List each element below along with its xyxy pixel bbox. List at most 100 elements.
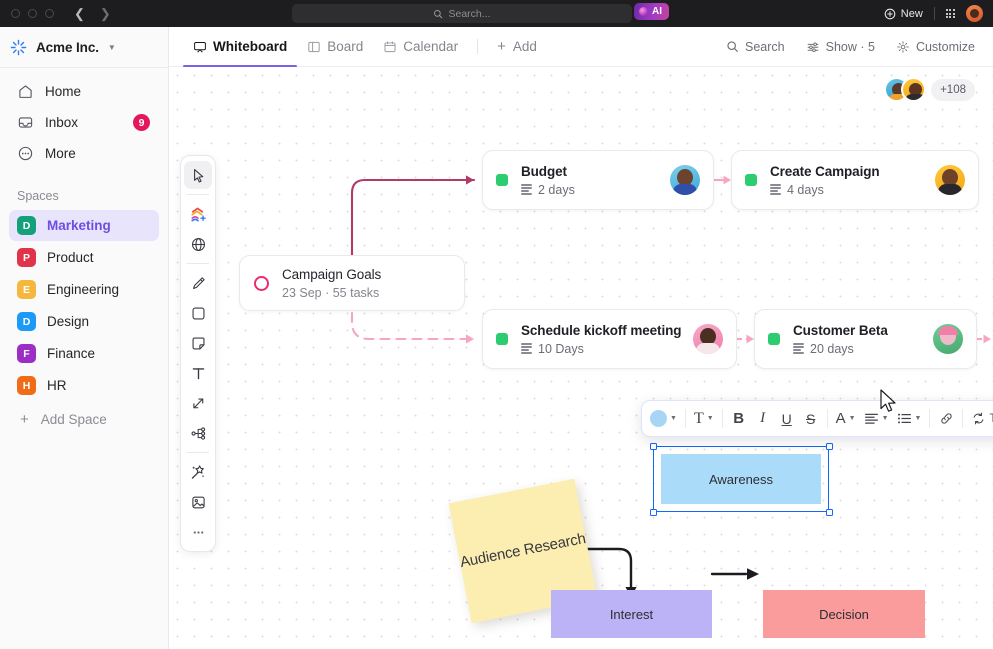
close-window-button[interactable]	[11, 9, 20, 18]
toolbar-divider	[684, 409, 686, 428]
task-card-budget[interactable]: Budget 2 days	[482, 150, 714, 210]
resize-handle-bottom-right[interactable]	[826, 509, 833, 516]
back-icon[interactable]: ❮	[74, 7, 85, 20]
sidebar-item-marketing[interactable]: D Marketing	[9, 210, 159, 241]
sidebar-item-design[interactable]: D Design	[9, 306, 159, 337]
rectangle-icon	[192, 307, 204, 319]
align-button[interactable]: ▼	[860, 404, 893, 433]
more-tools[interactable]	[184, 518, 212, 546]
user-avatar[interactable]	[966, 5, 983, 22]
global-search-input[interactable]: Search...	[292, 4, 632, 23]
tab-board[interactable]: Board	[297, 27, 373, 67]
ai-button[interactable]: AI	[634, 3, 669, 20]
strikethrough-label: S	[805, 410, 816, 427]
apps-grid-icon[interactable]	[945, 8, 955, 19]
space-avatar-hr: H	[17, 376, 36, 395]
convert-task-icon	[974, 412, 984, 425]
sidebar-item-engineering[interactable]: E Engineering	[9, 274, 159, 305]
text-tool[interactable]	[184, 359, 212, 387]
more-circle-icon	[18, 146, 33, 161]
maximize-window-button[interactable]	[45, 9, 54, 18]
sidebar-item-home[interactable]: Home	[9, 76, 159, 107]
color-swatch-button[interactable]: ▼	[646, 404, 681, 433]
font-style-button[interactable]: T ▼	[690, 404, 718, 433]
status-indicator	[496, 174, 508, 186]
chevron-down-icon: ▼	[848, 415, 856, 422]
tab-board-label: Board	[327, 39, 364, 54]
avatar[interactable]	[670, 165, 700, 195]
new-button-label: New	[900, 7, 923, 20]
collaborator-overflow-count[interactable]: +108	[931, 78, 975, 101]
duration-icon	[521, 184, 532, 195]
add-space-button[interactable]: + Add Space	[9, 404, 159, 434]
task-card-create-campaign[interactable]: Create Campaign 4 days	[731, 150, 979, 210]
ai-magic-tool[interactable]	[184, 458, 212, 486]
task-card-customer-beta[interactable]: Customer Beta 20 days	[754, 309, 977, 369]
search-icon	[727, 41, 738, 52]
arrowhead-beta-out	[983, 334, 991, 344]
global-search-placeholder: Search...	[448, 7, 491, 20]
bold-button[interactable]: B	[727, 404, 751, 433]
globe-tool[interactable]	[184, 230, 212, 258]
image-tool[interactable]	[184, 488, 212, 516]
add-view-button[interactable]: + Add	[487, 27, 547, 67]
shapes-add-icon	[190, 207, 206, 221]
task-card-meta: 2 days	[521, 183, 670, 197]
italic-button[interactable]: I	[751, 404, 775, 433]
window-traffic-lights[interactable]	[11, 9, 54, 18]
task-card-schedule-kickoff[interactable]: Schedule kickoff meeting 10 Days	[482, 309, 737, 369]
avatar[interactable]	[901, 77, 927, 102]
chevron-down-icon[interactable]: ▼	[108, 43, 116, 52]
avatar[interactable]	[693, 324, 723, 354]
browser-title-bar: ❮ ❯ Search... AI New	[0, 0, 993, 27]
task-card-duration: 2 days	[538, 182, 575, 197]
sidebar-item-more[interactable]: More	[9, 138, 159, 169]
whiteboard-canvas[interactable]: +108 Campaign Goals 23 Sep · 55 tasks Bu…	[169, 67, 993, 649]
collaborator-stack[interactable]: +108	[884, 77, 975, 102]
sidebar-item-inbox[interactable]: Inbox 9	[9, 107, 159, 138]
browser-navigation[interactable]: ❮ ❯	[74, 7, 111, 20]
underline-button[interactable]: U	[775, 404, 799, 433]
resize-handle-bottom-left[interactable]	[650, 509, 657, 516]
tab-whiteboard[interactable]: Whiteboard	[183, 27, 298, 68]
tab-whiteboard-label: Whiteboard	[213, 39, 288, 54]
view-search-button[interactable]: Search	[718, 35, 793, 59]
sidebar: Acme Inc. ▼ Home Inbox 9 More Spaces D M…	[0, 27, 169, 649]
shapes-add-tool[interactable]	[184, 200, 212, 228]
connector-tool[interactable]	[184, 389, 212, 417]
workspace-switcher[interactable]: Acme Inc. ▼	[0, 27, 168, 68]
customize-button[interactable]: Customize	[888, 35, 983, 59]
rectangle-tool[interactable]	[184, 299, 212, 327]
tab-calendar[interactable]: Calendar	[373, 27, 468, 67]
avatar[interactable]	[935, 165, 965, 195]
sidebar-item-hr[interactable]: H HR	[9, 370, 159, 401]
pen-tool[interactable]	[184, 269, 212, 297]
spaces-section-title: Spaces	[17, 189, 59, 203]
resize-handle-top-left[interactable]	[650, 443, 657, 450]
shape-interest[interactable]: Interest	[551, 590, 712, 638]
sidebar-item-product[interactable]: P Product	[9, 242, 159, 273]
link-button[interactable]	[934, 404, 958, 433]
sidebar-item-home-label: Home	[45, 84, 82, 99]
show-filter-button[interactable]: Show · 5	[798, 35, 883, 59]
list-button[interactable]: ▼	[893, 404, 926, 433]
forward-icon[interactable]: ❯	[100, 7, 111, 20]
minimize-window-button[interactable]	[28, 9, 37, 18]
new-button[interactable]: New	[884, 8, 923, 20]
resize-handle-top-right[interactable]	[826, 443, 833, 450]
sticky-note-tool[interactable]	[184, 329, 212, 357]
titlebar-right-actions: New	[884, 0, 983, 27]
mindmap-tool[interactable]	[184, 419, 212, 447]
text-color-button[interactable]: A ▼	[832, 404, 860, 433]
strikethrough-button[interactable]: S	[799, 404, 823, 433]
select-tool[interactable]	[184, 161, 212, 189]
sidebar-item-finance[interactable]: F Finance	[9, 338, 159, 369]
text-icon	[192, 367, 204, 379]
inbox-badge: 9	[133, 114, 150, 131]
avatar[interactable]	[933, 324, 963, 354]
convert-to-task-button[interactable]: Task ▼	[967, 404, 993, 433]
goal-card-campaign-goals[interactable]: Campaign Goals 23 Sep · 55 tasks	[239, 255, 465, 311]
main-content: Whiteboard Board Calendar + Add Search S…	[169, 27, 993, 649]
sidebar-item-finance-label: Finance	[47, 346, 96, 361]
shape-decision[interactable]: Decision	[763, 590, 925, 638]
